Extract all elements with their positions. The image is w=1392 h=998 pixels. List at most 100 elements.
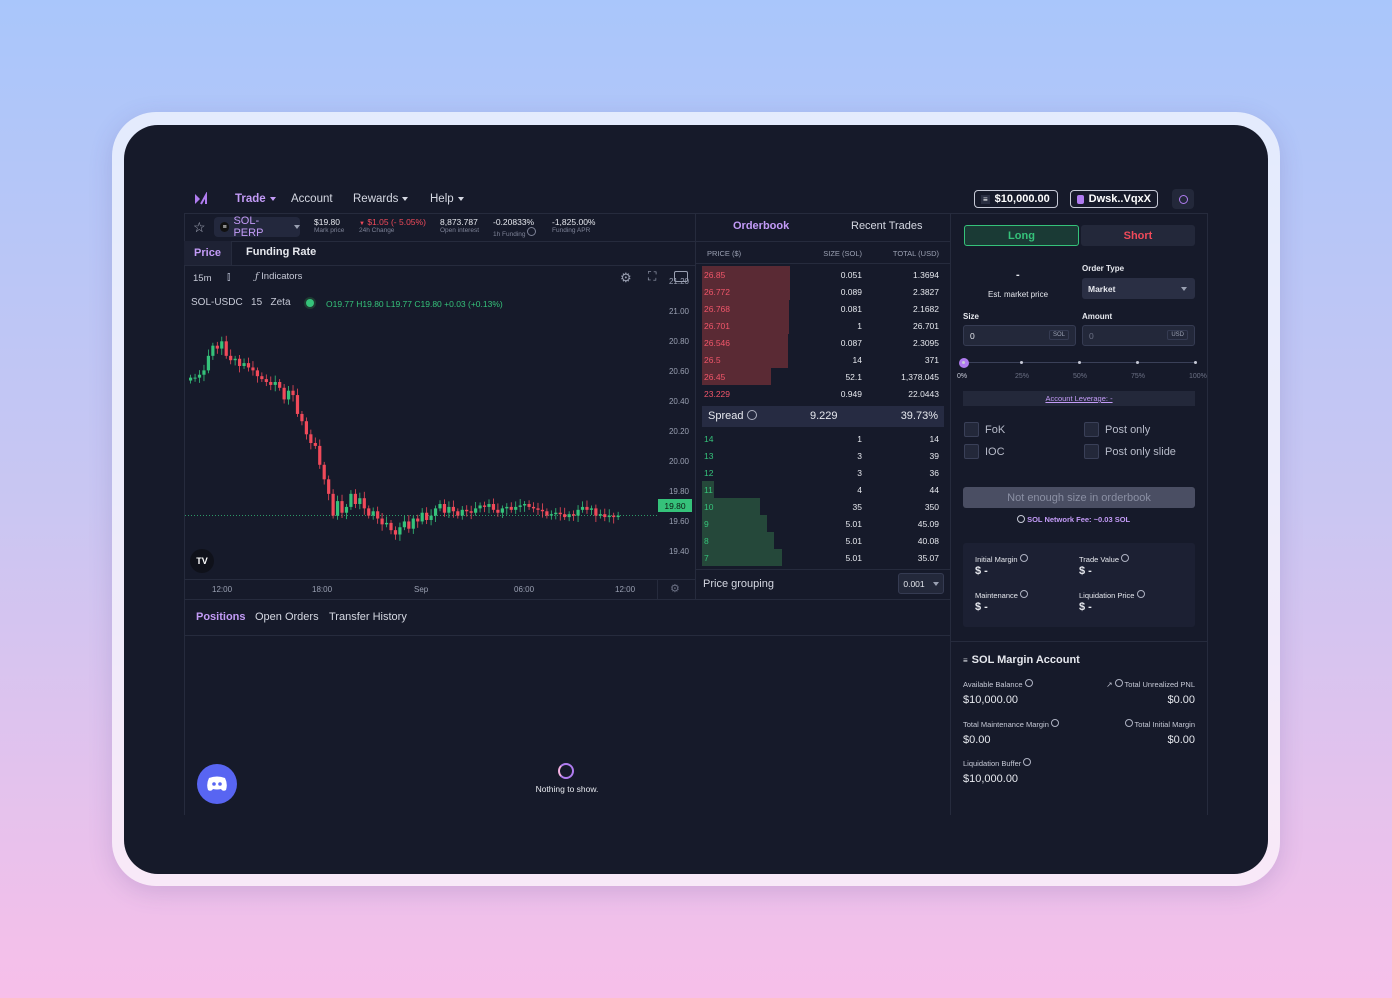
ask-row[interactable]: 26.45 52.1 1,378.045 xyxy=(702,368,950,385)
tab-orderbook[interactable]: Orderbook xyxy=(733,220,789,232)
post-only-checkbox[interactable] xyxy=(1084,422,1099,437)
nav-trade[interactable]: Trade xyxy=(235,193,276,205)
slider-tick[interactable] xyxy=(1194,361,1197,364)
zeta-logo-icon[interactable] xyxy=(194,191,208,206)
nav-help[interactable]: Help xyxy=(430,193,464,205)
tab-price[interactable]: Price xyxy=(184,241,232,265)
account-leverage[interactable]: Account Leverage: - xyxy=(963,391,1195,406)
candle-body xyxy=(469,511,473,513)
bid-row[interactable]: 8 5.01 40.08 xyxy=(702,532,950,549)
indicators-button[interactable]: ƒ Indicators xyxy=(255,271,302,282)
row-price: 26.85 xyxy=(704,270,726,280)
post-only-slide-checkbox[interactable] xyxy=(1084,444,1099,459)
candle-body xyxy=(371,511,375,516)
ask-row[interactable]: 23.229 0.949 22.0443 xyxy=(702,385,950,402)
row-price: 26.772 xyxy=(704,287,730,297)
price-grouping-select[interactable]: 0.001 xyxy=(898,573,944,594)
slider-tick[interactable] xyxy=(1136,361,1139,364)
info-icon[interactable] xyxy=(1050,719,1059,727)
ask-row[interactable]: 26.5 14 371 xyxy=(702,351,950,368)
bid-row[interactable]: 7 5.01 35.07 xyxy=(702,549,950,566)
candle-body xyxy=(193,377,197,379)
nav-rewards[interactable]: Rewards xyxy=(353,193,409,205)
info-icon[interactable] xyxy=(1019,554,1028,562)
tradingview-logo-icon[interactable]: TV xyxy=(190,549,214,573)
bid-row[interactable]: 12 3 36 xyxy=(702,464,950,481)
candle-body xyxy=(594,508,598,516)
candle-body xyxy=(509,506,513,510)
candle-body xyxy=(215,345,219,349)
liquidation-buffer-label: Liquidation Buffer xyxy=(963,758,1032,768)
mark-price-stat: $19.80 Mark price xyxy=(314,217,345,234)
row-size: 52.1 xyxy=(845,372,862,382)
bid-row[interactable]: 11 4 44 xyxy=(702,481,950,498)
market-selector[interactable]: ≡ SOL-PERP xyxy=(214,215,300,239)
nav-account[interactable]: Account xyxy=(291,193,333,205)
ask-row[interactable]: 26.768 0.081 2.1682 xyxy=(702,300,950,317)
row-size: 5.01 xyxy=(845,553,862,563)
ask-row[interactable]: 26.772 0.089 2.3827 xyxy=(702,283,950,300)
available-balance-label: Available Balance xyxy=(963,679,1033,689)
tab-open-orders[interactable]: Open Orders xyxy=(255,611,319,623)
bid-row[interactable]: 9 5.01 45.09 xyxy=(702,515,950,532)
sol-icon: ≡ xyxy=(981,194,990,204)
ask-row[interactable]: 26.85 0.051 1.3694 xyxy=(702,266,950,283)
row-total: 26.701 xyxy=(913,321,939,331)
info-icon[interactable] xyxy=(527,227,537,236)
info-icon[interactable] xyxy=(746,410,757,420)
size-input[interactable]: 0 SOL xyxy=(963,325,1076,346)
candle-body xyxy=(612,515,616,518)
bid-row[interactable]: 10 35 350 xyxy=(702,498,950,515)
bid-row[interactable]: 13 3 39 xyxy=(702,447,950,464)
balance-button[interactable]: ≡ $10,000.00 xyxy=(974,190,1058,208)
row-total: 35.07 xyxy=(917,553,939,563)
submit-order-button[interactable]: Not enough size in orderbook xyxy=(963,487,1195,508)
fullscreen-icon[interactable]: ⛶ xyxy=(648,269,656,284)
interval-button[interactable]: 15m xyxy=(193,273,211,284)
liquidation-price-value: $ - xyxy=(1079,601,1092,613)
tab-transfer-history[interactable]: Transfer History xyxy=(329,611,407,623)
slider-tick[interactable] xyxy=(1020,361,1023,364)
row-total: 14 xyxy=(929,434,939,444)
available-balance-value: $10,000.00 xyxy=(963,694,1019,706)
order-type-select[interactable]: Market xyxy=(1082,278,1195,299)
fok-checkbox[interactable] xyxy=(964,422,979,437)
info-icon[interactable] xyxy=(1020,590,1029,598)
ask-row[interactable]: 26.546 0.087 2.3095 xyxy=(702,334,950,351)
axis-settings-icon[interactable]: ⚙ xyxy=(670,582,680,595)
info-icon[interactable] xyxy=(1121,554,1130,562)
unrealized-pnl-label: ↗ Total Unrealized PNL xyxy=(1106,679,1195,689)
discord-button[interactable] xyxy=(197,764,237,804)
info-icon[interactable] xyxy=(1023,758,1032,766)
external-link-icon[interactable]: ↗ xyxy=(1106,680,1112,689)
long-button[interactable]: Long xyxy=(964,225,1079,246)
tab-funding-rate[interactable]: Funding Rate xyxy=(246,246,316,258)
slider-tick[interactable] xyxy=(1078,361,1081,364)
settings-icon[interactable]: ⚙ xyxy=(620,270,632,286)
ioc-checkbox[interactable] xyxy=(964,444,979,459)
short-button[interactable]: Short xyxy=(1081,225,1195,246)
ask-row[interactable]: 26.701 1 26.701 xyxy=(702,317,950,334)
candle-body xyxy=(567,514,571,518)
bid-row[interactable]: 14 1 14 xyxy=(702,430,950,447)
info-icon[interactable] xyxy=(1024,679,1033,687)
info-icon[interactable] xyxy=(1114,679,1123,687)
amount-input[interactable]: 0 USD xyxy=(1082,325,1195,346)
slider-mark-label: 50% xyxy=(1073,373,1088,380)
tab-positions[interactable]: Positions xyxy=(196,611,246,623)
maintenance-margin-label: Total Maintenance Margin xyxy=(963,719,1059,729)
network-settings-button[interactable] xyxy=(1172,189,1194,209)
wallet-button[interactable]: Dwsk..VqxX xyxy=(1070,190,1158,208)
info-icon[interactable] xyxy=(1017,515,1025,523)
candle-type-icon[interactable]: ⫾ xyxy=(227,271,231,284)
candle-body xyxy=(206,355,211,371)
info-icon[interactable] xyxy=(1136,590,1145,598)
tab-recent-trades[interactable]: Recent Trades xyxy=(851,220,923,232)
maintenance-margin-value: $0.00 xyxy=(963,734,991,746)
info-icon[interactable] xyxy=(1124,719,1133,727)
slider-tick[interactable] xyxy=(962,361,965,364)
price-chart[interactable] xyxy=(185,305,657,581)
favorite-star-icon[interactable]: ☆ xyxy=(193,219,206,236)
maintenance-label: Maintenance xyxy=(975,590,1029,600)
candle-body xyxy=(402,521,406,528)
